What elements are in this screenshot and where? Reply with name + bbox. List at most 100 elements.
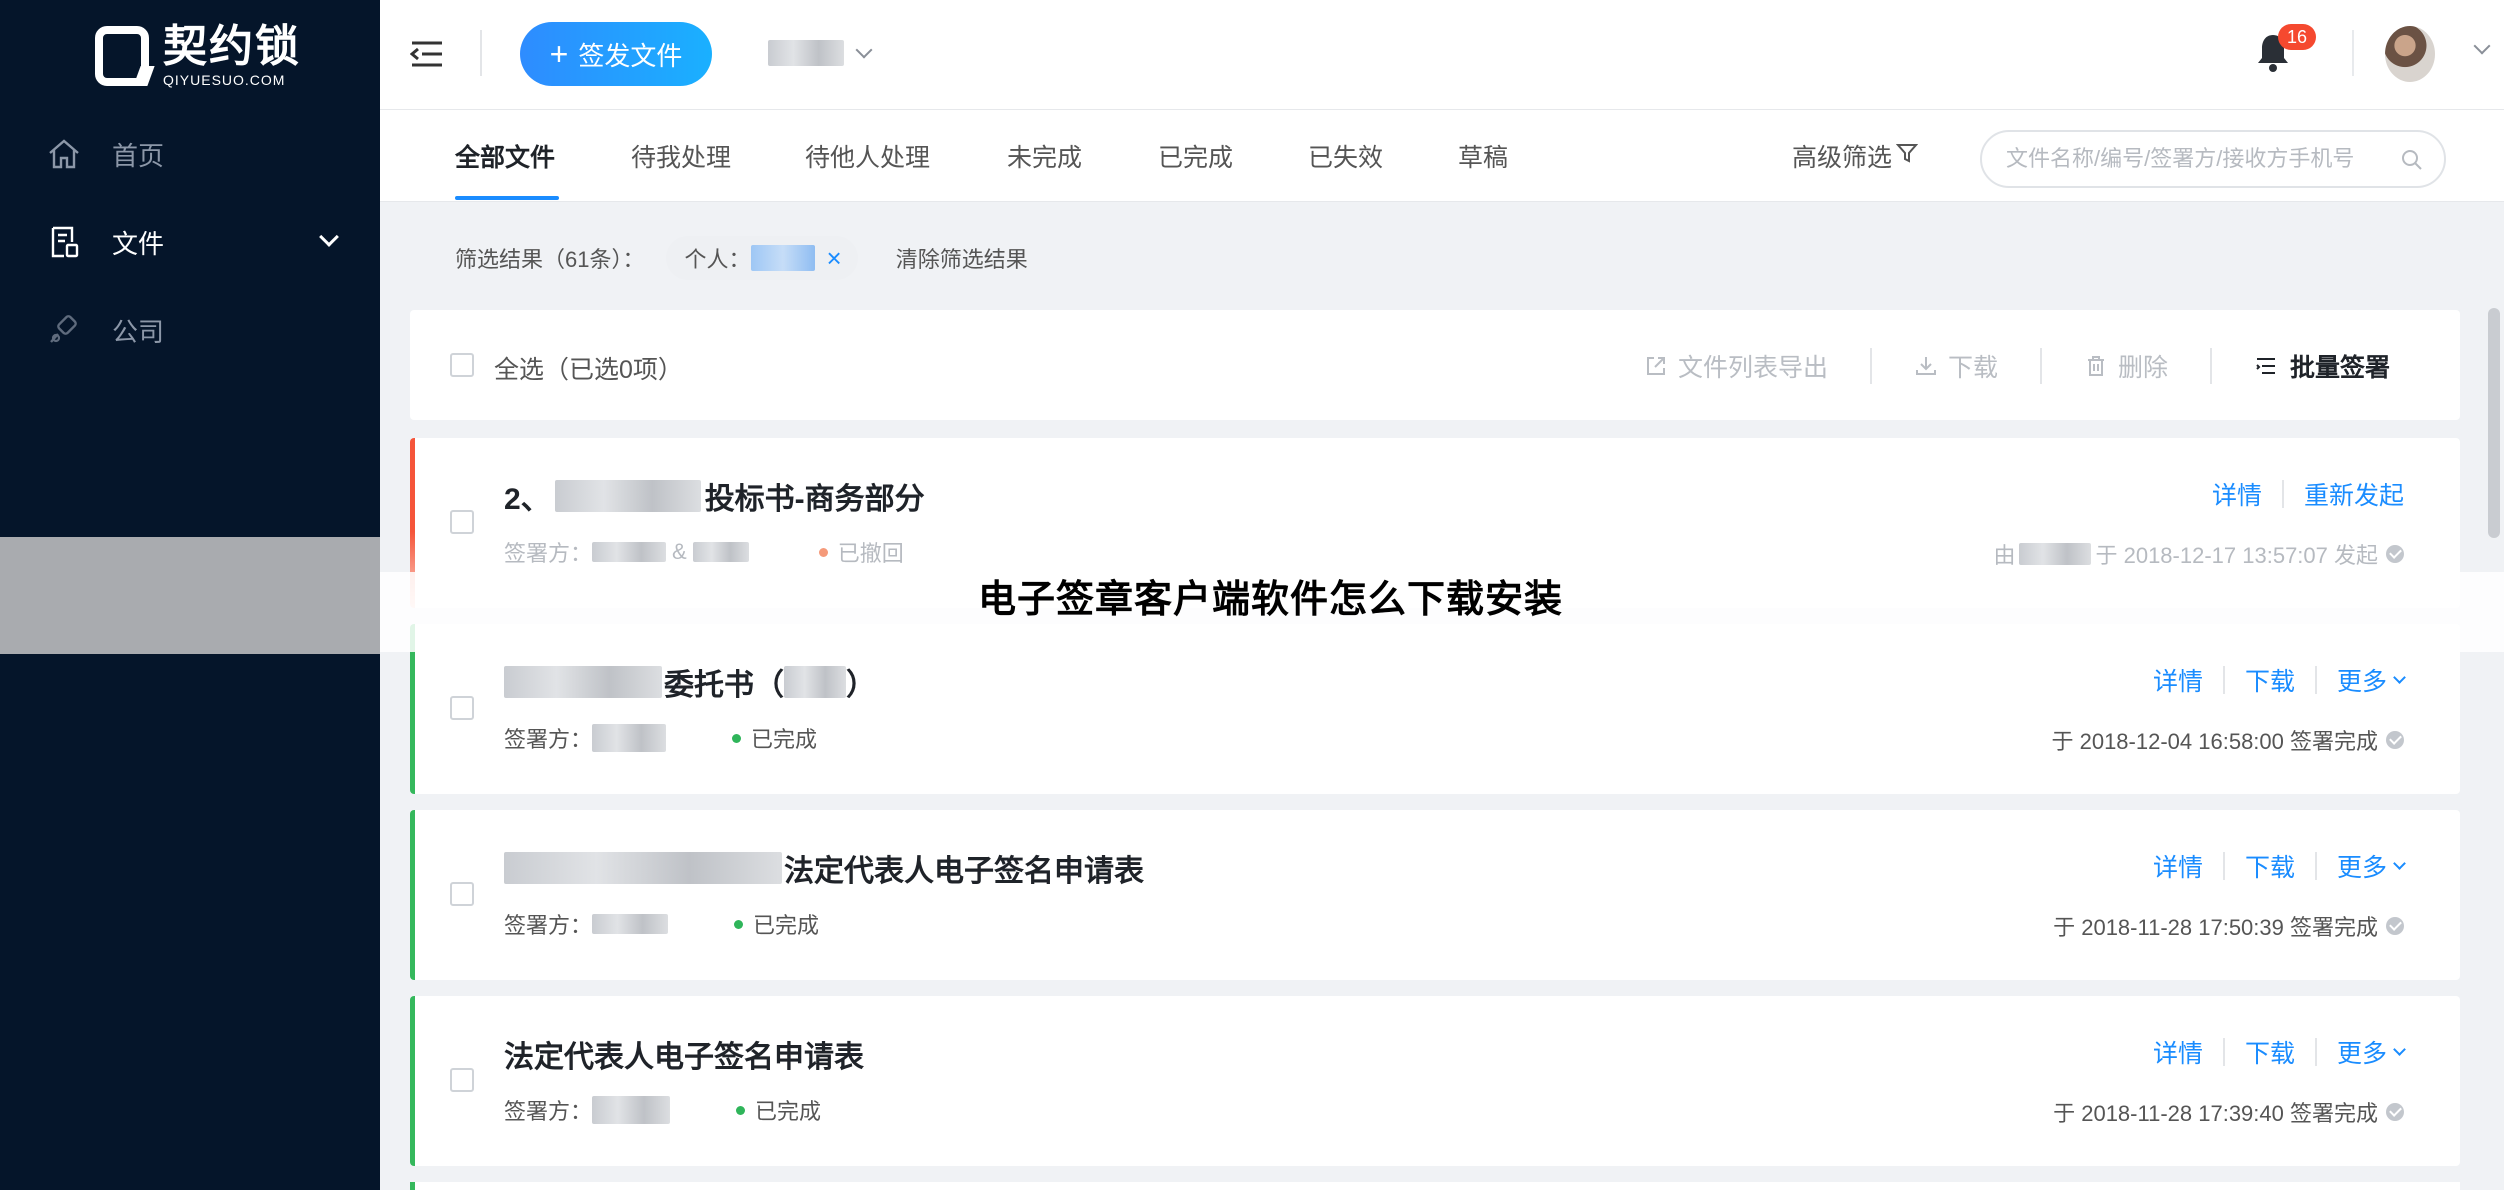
status-text: 已撤回 [837, 541, 904, 566]
account-switcher[interactable] [768, 40, 873, 66]
tab-expired[interactable]: 已失效 [1308, 138, 1383, 174]
row-checkbox[interactable] [450, 1068, 474, 1092]
scrollbar-thumb[interactable] [2488, 308, 2500, 538]
action-divider [2222, 666, 2225, 694]
document-signers: 签署方： 已完成 [504, 722, 817, 754]
more-menu[interactable]: 更多 [2337, 662, 2387, 698]
blurred-account-name [768, 40, 844, 66]
more-menu[interactable]: 更多 [2337, 1034, 2387, 1070]
status-dot [734, 919, 744, 929]
details-link[interactable]: 详情 [2153, 1034, 2203, 1070]
blurred-person-name [750, 245, 815, 271]
action-divider [2222, 852, 2225, 880]
batch-list-icon [2256, 358, 2275, 374]
bulk-delete-button[interactable]: 删除 [2084, 348, 2168, 384]
document-signers: 签署方： 已完成 [504, 908, 819, 940]
export-icon [1646, 357, 1665, 375]
trash-icon [2087, 356, 2104, 376]
timestamp-text: 于 2018-11-28 17:39:40 签署完成 [2053, 1101, 2378, 1126]
filter-result-row: 筛选结果（61条）： 个人： × 清除筛选结果 [455, 236, 1028, 280]
tab-pending-me[interactable]: 待我处理 [631, 138, 731, 174]
bulk-delete-label: 删除 [2117, 354, 2168, 382]
chevron-down-icon[interactable] [2393, 856, 2406, 870]
download-link[interactable]: 下载 [2245, 848, 2295, 884]
issue-document-label: 签发文件 [578, 40, 683, 71]
action-divider [2222, 1038, 2225, 1066]
bulk-action-bar: 全选（已选0项） 文件列表导出 下载 删除 批量签署 [410, 310, 2460, 420]
details-link[interactable]: 详情 [2212, 476, 2262, 512]
sidebar-item-company[interactable]: 公司 [0, 286, 380, 374]
document-card[interactable]: 法定代表人电子签名申请表 签署方： 已完成 详情 下载 更多 于 2018-11… [410, 810, 2460, 980]
document-card[interactable]: 法定代表人电子签名申请表 签署方： 已完成 详情 下载 更多 于 2018-11… [410, 996, 2460, 1166]
row-checkbox[interactable] [450, 696, 474, 720]
signers-label: 签署方： [504, 541, 593, 566]
status-text: 已完成 [753, 913, 820, 938]
avatar[interactable] [2385, 26, 2435, 82]
action-divider [1869, 348, 1872, 384]
select-all-checkbox[interactable] [450, 353, 474, 377]
document-actions: 详情 下载 更多 [2153, 1034, 2406, 1070]
signers-separator: & [672, 539, 687, 564]
download-link[interactable]: 下载 [2245, 1034, 2295, 1070]
document-timestamp: 由 于 2018-12-17 13:57:07 发起 [1993, 538, 2404, 570]
tab-completed[interactable]: 已完成 [1158, 138, 1233, 174]
row-checkbox[interactable] [450, 510, 474, 534]
timestamp-text: 于 2018-12-04 16:58:00 签署完成 [2051, 729, 2378, 754]
action-divider [2314, 666, 2317, 694]
tab-incomplete[interactable]: 未完成 [1007, 138, 1082, 174]
issue-document-button[interactable]: + 签发文件 [520, 22, 712, 86]
details-link[interactable]: 详情 [2153, 662, 2203, 698]
close-icon[interactable]: × [827, 243, 842, 274]
status-stripe [410, 1182, 415, 1190]
advanced-filter-button[interactable]: 高级筛选 [1792, 138, 1919, 174]
reinitiate-link[interactable]: 重新发起 [2304, 476, 2404, 512]
status-badge: 已完成 [736, 1094, 821, 1126]
check-circle-icon [2386, 731, 2404, 749]
batch-sign-label: 批量签署 [2289, 354, 2390, 382]
document-icon [46, 224, 82, 260]
document-timestamp: 于 2018-11-28 17:39:40 签署完成 [2053, 1096, 2404, 1128]
bulk-download-button[interactable]: 下载 [1914, 348, 1998, 384]
document-title-text: 委托书（ [664, 669, 784, 702]
download-link[interactable]: 下载 [2245, 662, 2295, 698]
batch-sign-button[interactable]: 批量签署 [2254, 348, 2390, 384]
tab-all-files[interactable]: 全部文件 [455, 138, 555, 174]
tab-pending-others[interactable]: 待他人处理 [805, 138, 930, 174]
search-input[interactable] [2006, 146, 2386, 172]
sidebar-item-label: 文件 [112, 228, 165, 259]
clear-filter-link[interactable]: 清除筛选结果 [896, 242, 1028, 274]
search-icon[interactable] [2400, 148, 2424, 177]
row-checkbox[interactable] [450, 882, 474, 906]
chevron-down-icon[interactable] [2393, 1042, 2406, 1056]
document-actions: 详情 重新发起 [2212, 476, 2404, 512]
action-divider [2039, 348, 2042, 384]
search-box[interactable] [1980, 130, 2446, 188]
sidebar-item-home[interactable]: 首页 [0, 110, 380, 198]
select-all-label[interactable]: 全选（已选0项） [494, 350, 683, 386]
sidebar-item-files[interactable]: 文件 [0, 198, 380, 286]
document-title[interactable]: 法定代表人电子签名申请表 [504, 1032, 864, 1076]
status-stripe [410, 996, 415, 1166]
more-menu[interactable]: 更多 [2337, 848, 2387, 884]
brand-logo[interactable]: 契约锁 QIYUESUO.COM [95, 24, 301, 88]
document-title[interactable]: 法定代表人电子签名申请表 [504, 846, 1144, 890]
chevron-down-icon[interactable] [2473, 37, 2491, 55]
export-list-button[interactable]: 文件列表导出 [1644, 348, 1828, 384]
menu-collapse-icon[interactable] [409, 40, 444, 68]
blurred-signer [592, 542, 667, 562]
blurred-signer [592, 724, 667, 752]
status-dot [818, 547, 828, 557]
document-title[interactable]: 委托书（ ） [504, 660, 876, 704]
document-title[interactable]: 2、 投标书-商务部分 [504, 474, 925, 518]
header-divider [480, 30, 482, 76]
blurred-title-part [554, 480, 701, 512]
status-stripe [410, 810, 415, 980]
tab-drafts[interactable]: 草稿 [1458, 138, 1508, 174]
details-link[interactable]: 详情 [2153, 848, 2203, 884]
sidebar: 契约锁 QIYUESUO.COM 首页 文件 公司 [0, 0, 380, 1190]
blurred-title-part [784, 666, 846, 698]
document-signers: 签署方： 已完成 [504, 1094, 821, 1126]
chevron-down-icon[interactable] [319, 227, 339, 247]
chevron-down-icon[interactable] [2393, 670, 2406, 684]
action-divider [2281, 480, 2284, 508]
